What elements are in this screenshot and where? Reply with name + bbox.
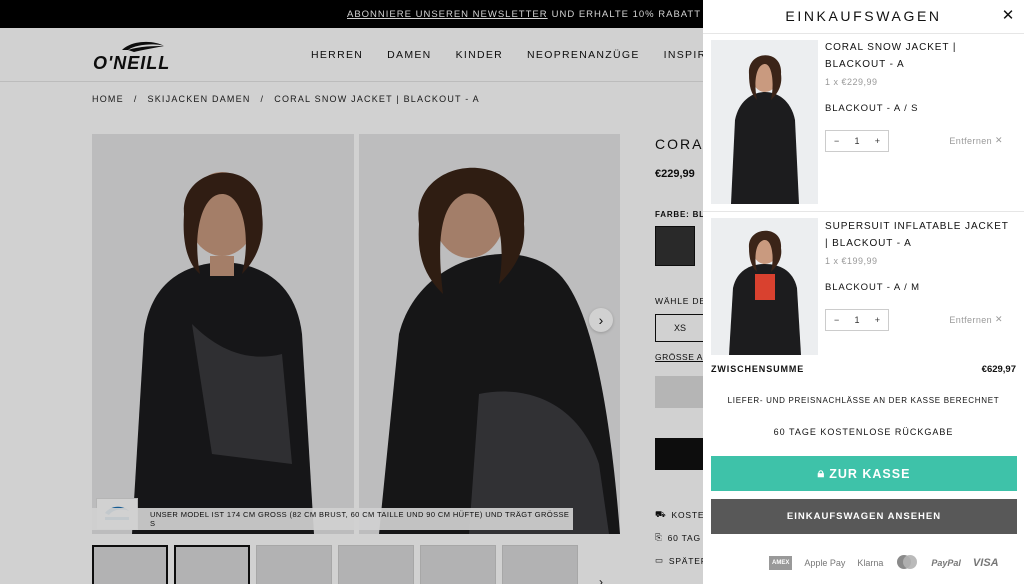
minus-icon[interactable]: −	[834, 315, 839, 325]
plus-icon[interactable]: +	[875, 136, 880, 146]
amex-icon: AMEX	[769, 556, 793, 570]
mastercard-icon	[895, 554, 919, 572]
remove-item-button[interactable]: Entfernen ✕	[949, 135, 1003, 146]
divider	[703, 211, 1024, 212]
shipping-note: LIEFER- UND PREISNACHLÄSSE AN DER KASSE …	[727, 396, 1000, 405]
remove-label: Entfernen	[949, 314, 993, 325]
cart-item-qty-price: 1 x €199,99	[825, 256, 878, 266]
close-icon[interactable]: ✕	[1000, 8, 1016, 24]
checkout-label: ZUR KASSE	[829, 466, 911, 481]
cart-item-name[interactable]: SUPERSUIT INFLATABLE JACKET | BLACKOUT -…	[825, 218, 1015, 252]
visa-icon: VISA	[972, 557, 999, 569]
lock-icon: 🔒︎	[817, 466, 826, 480]
cart-item-image[interactable]	[711, 218, 818, 355]
quantity-value[interactable]: 1	[854, 315, 859, 325]
close-icon: ✕	[995, 314, 1003, 324]
subtotal-value: €629,97	[981, 364, 1016, 375]
cart-item-image[interactable]	[711, 40, 818, 204]
divider	[703, 33, 1024, 34]
remove-label: Entfernen	[949, 135, 993, 146]
quantity-stepper: − 1 +	[825, 130, 889, 152]
cart-item-qty-price: 1 x €229,99	[825, 77, 878, 87]
cart-title: EINKAUFSWAGEN	[785, 8, 942, 24]
returns-note: 60 TAGE KOSTENLOSE RÜCKGABE	[773, 427, 954, 437]
cart-item-name[interactable]: CORAL SNOW JACKET | BLACKOUT - A	[825, 39, 1015, 73]
close-icon: ✕	[995, 135, 1003, 145]
plus-icon[interactable]: +	[875, 315, 880, 325]
cart-item-variant: BLACKOUT - A / M	[825, 282, 920, 293]
subtotal-label: ZWISCHENSUMME	[711, 364, 805, 374]
view-cart-button[interactable]: EINKAUFSWAGEN ANSEHEN	[711, 499, 1017, 534]
cart-item-variant: BLACKOUT - A / S	[825, 103, 919, 114]
quantity-value[interactable]: 1	[854, 136, 859, 146]
klarna-icon: Klarna	[857, 558, 884, 568]
minus-icon[interactable]: −	[834, 136, 839, 146]
overlay-backdrop[interactable]	[0, 0, 703, 584]
cart-drawer: EINKAUFSWAGEN ✕ CORAL SNOW JACKET | BLAC…	[703, 0, 1024, 584]
payment-methods: AMEX Apple Pay Klarna PayPal VISA	[769, 554, 999, 572]
apple-pay-icon: Apple Pay	[804, 558, 846, 568]
quantity-stepper: − 1 +	[825, 309, 889, 331]
checkout-button[interactable]: 🔒︎ ZUR KASSE	[711, 456, 1017, 491]
remove-item-button[interactable]: Entfernen ✕	[949, 314, 1003, 325]
paypal-icon: PayPal	[931, 558, 961, 568]
